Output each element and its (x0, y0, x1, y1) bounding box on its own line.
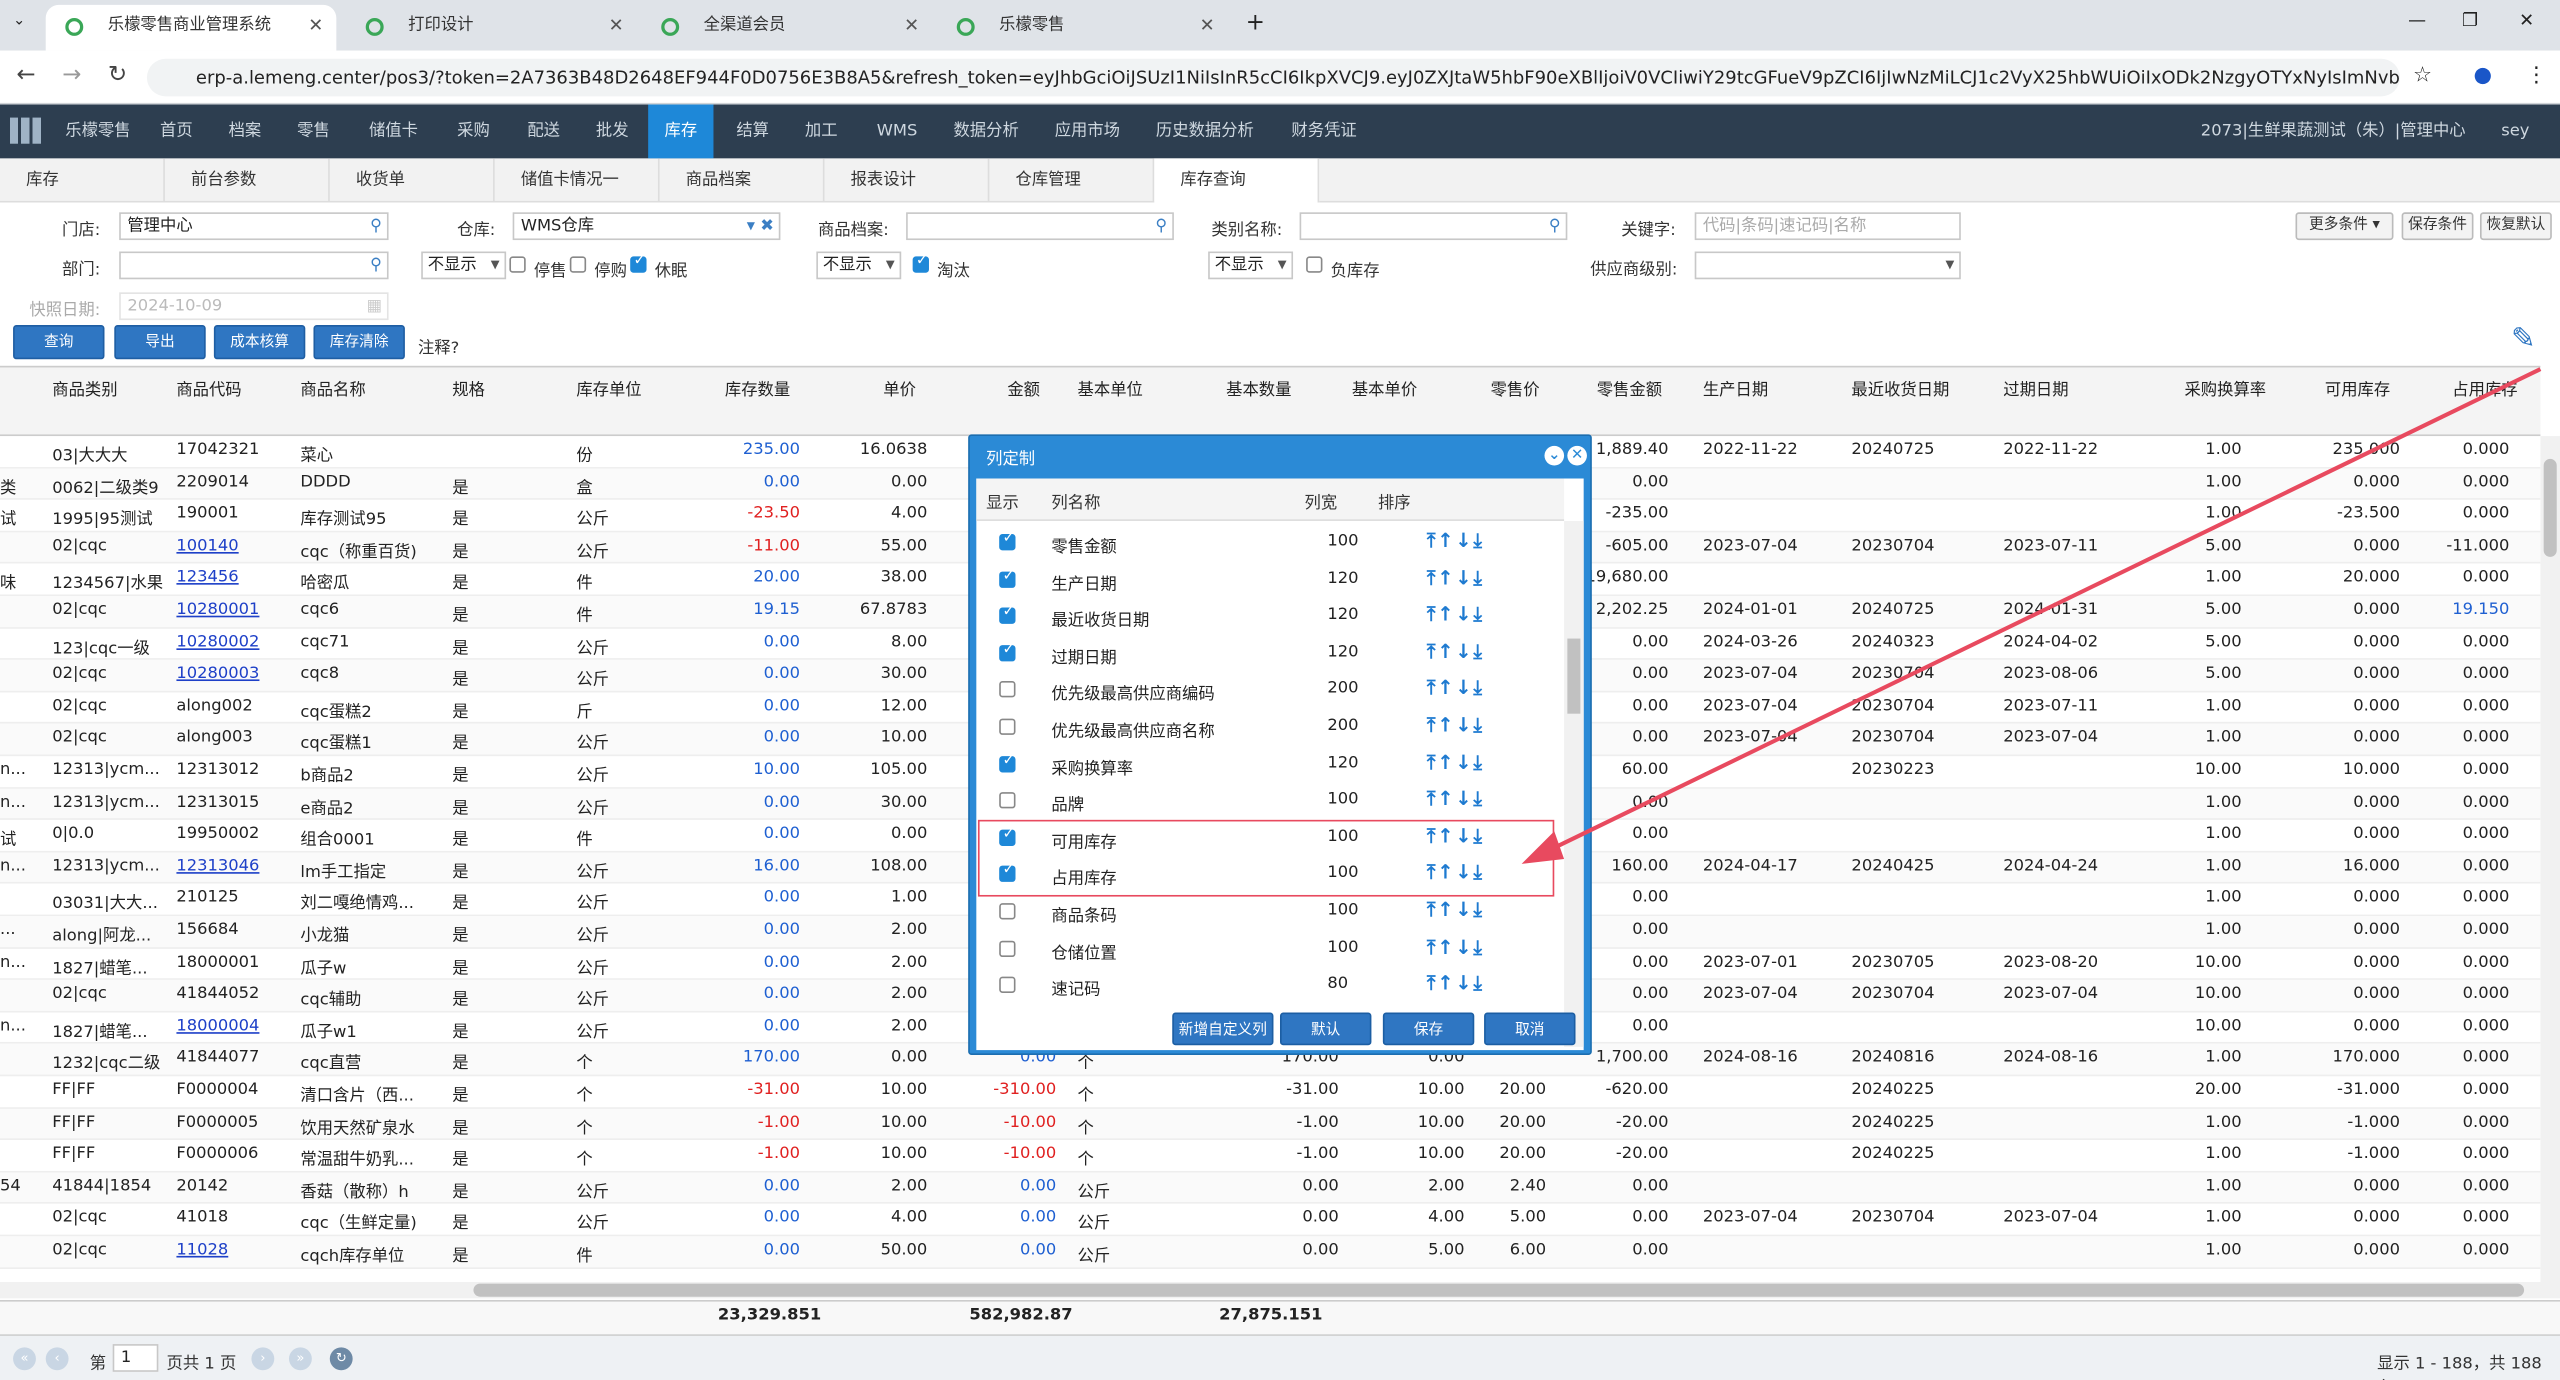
annotation-arrow (1521, 367, 2542, 864)
